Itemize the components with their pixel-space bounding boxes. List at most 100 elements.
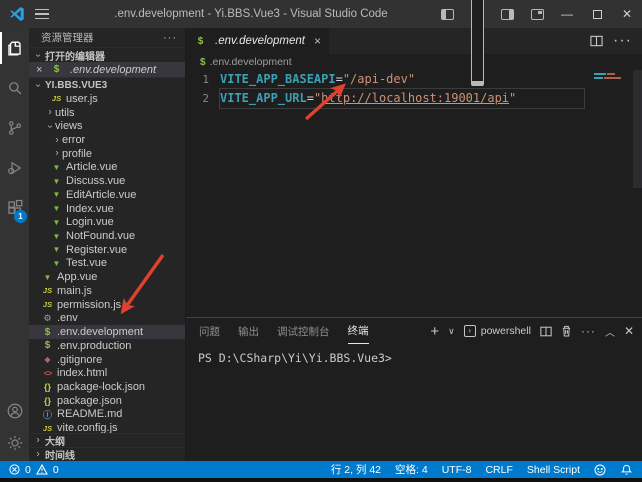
tree-item-EditArticle.vue[interactable]: ▼EditArticle.vue	[29, 188, 185, 202]
open-editor-item[interactable]: × $ .env.development	[29, 62, 185, 77]
vscode-window: .env.development - Yi.BBS.Vue3 - Visual …	[0, 0, 642, 482]
close-panel-icon[interactable]: ✕	[624, 324, 634, 338]
tree-item-profile[interactable]: ›profile	[29, 147, 185, 161]
tree-item-label: README.md	[57, 408, 122, 420]
customize-layout-icon[interactable]	[522, 0, 552, 28]
explorer-icon[interactable]	[0, 28, 29, 68]
problems-status[interactable]: 0 0	[8, 464, 59, 476]
chevron-right-icon: ›	[33, 449, 43, 460]
vue-file-icon: ▼	[50, 177, 63, 186]
tree-item-views[interactable]: ›views	[29, 119, 185, 133]
close-button[interactable]: ✕	[612, 0, 642, 28]
kill-terminal-icon[interactable]	[561, 325, 572, 337]
maximize-panel-icon[interactable]: ︿	[605, 324, 615, 339]
tree-item-Index.vue[interactable]: ▼Index.vue	[29, 202, 185, 216]
minimap[interactable]	[594, 73, 628, 81]
sidebar-more-actions-icon[interactable]: ···	[163, 32, 177, 44]
toggle-sidebar-icon[interactable]	[432, 0, 462, 28]
eol-sequence[interactable]: CRLF	[485, 464, 512, 476]
tree-item-Login.vue[interactable]: ▼Login.vue	[29, 215, 185, 229]
tree-item-App.vue[interactable]: ▼App.vue	[29, 270, 185, 284]
vue-file-icon: ▼	[50, 163, 63, 172]
tree-item-.env.production[interactable]: $.env.production	[29, 339, 185, 353]
tree-item-Article.vue[interactable]: ▼Article.vue	[29, 161, 185, 175]
tree-item-permission.js[interactable]: JSpermission.js	[29, 298, 185, 312]
tree-item-label: vite.config.js	[57, 422, 118, 433]
split-editor-icon[interactable]	[590, 35, 603, 47]
tree-item-main.js[interactable]: JSmain.js	[29, 284, 185, 298]
tree-item-Register.vue[interactable]: ▼Register.vue	[29, 243, 185, 257]
tree-item-label: error	[62, 134, 85, 146]
tree-item-NotFound.vue[interactable]: ▼NotFound.vue	[29, 229, 185, 243]
tab-env-development[interactable]: $ .env.development ×	[186, 28, 329, 54]
language-mode[interactable]: Shell Script	[527, 464, 580, 476]
tree-item-.gitignore[interactable]: ◆.gitignore	[29, 353, 185, 367]
feedback-icon[interactable]	[594, 464, 606, 476]
editor-more-actions-icon[interactable]: ···	[613, 32, 632, 50]
tree-item-index.html[interactable]: <>index.html	[29, 366, 185, 380]
timeline-section-header[interactable]: › 时间线	[29, 447, 185, 461]
tree-item-package.json[interactable]: {}package.json	[29, 394, 185, 408]
maximize-button[interactable]	[582, 0, 612, 28]
url-link[interactable]: http://localhost:19001/api	[321, 91, 509, 105]
search-icon[interactable]	[0, 68, 29, 108]
terminal-dropdown-icon[interactable]: ∨	[448, 326, 455, 337]
tree-item-.env.development[interactable]: $.env.development	[29, 325, 185, 339]
toggle-panel-icon[interactable]	[462, 0, 492, 28]
tree-item-Test.vue[interactable]: ▼Test.vue	[29, 257, 185, 271]
code-line-2: 2 VITE_APP_URL="http://localhost:19001/a…	[186, 89, 642, 108]
tree-item-error[interactable]: ›error	[29, 133, 185, 147]
vscode-logo-icon	[9, 6, 25, 22]
tree-item-user.js[interactable]: JSuser.js	[29, 92, 185, 106]
run-debug-icon[interactable]	[0, 148, 29, 188]
cursor-position[interactable]: 行 2, 列 42	[331, 462, 381, 477]
chevron-right-icon: ›	[33, 435, 43, 446]
tree-item-label: utils	[55, 107, 75, 119]
panel-tab-终端[interactable]: 终端	[348, 318, 369, 344]
close-icon[interactable]: ×	[36, 64, 46, 76]
open-editors-header[interactable]: › 打开的编辑器	[29, 47, 185, 62]
toggle-secondary-sidebar-icon[interactable]	[492, 0, 522, 28]
new-terminal-icon[interactable]: +	[430, 323, 439, 340]
tree-item-.env[interactable]: ⚙.env	[29, 312, 185, 326]
menu-icon[interactable]	[35, 9, 49, 19]
more-actions-icon[interactable]: ···	[581, 324, 596, 338]
tree-item-README.md[interactable]: ⓘREADME.md	[29, 408, 185, 422]
outline-section-header[interactable]: › 大纲	[29, 433, 185, 447]
tree-item-label: Register.vue	[66, 244, 127, 256]
tab-close-icon[interactable]: ×	[314, 34, 321, 48]
code-editor[interactable]: 1 VITE_APP_BASEAPI="/api-dev" 2 VITE_APP…	[186, 70, 642, 317]
code-line-1: 1 VITE_APP_BASEAPI="/api-dev"	[186, 70, 642, 89]
minimize-button[interactable]: —	[552, 0, 582, 28]
encoding[interactable]: UTF-8	[442, 464, 472, 476]
source-control-icon[interactable]	[0, 108, 29, 148]
js-file-icon: JS	[50, 94, 63, 103]
file-tree: JSuser.js›utils›views›error›profile▼Arti…	[29, 92, 185, 433]
tree-item-package-lock.json[interactable]: {}package-lock.json	[29, 380, 185, 394]
panel-tab-输出[interactable]: 输出	[238, 318, 259, 344]
bottom-panel: 问题输出调试控制台终端 + ∨ › powershell	[186, 317, 642, 461]
indentation[interactable]: 空格: 4	[395, 462, 428, 477]
project-section-header[interactable]: › YI.BBS.VUE3	[29, 77, 185, 92]
tree-item-Discuss.vue[interactable]: ▼Discuss.vue	[29, 174, 185, 188]
tree-item-label: main.js	[57, 285, 92, 297]
split-terminal-icon[interactable]	[540, 326, 552, 337]
terminal-content[interactable]: PS D:\CSharp\Yi\Yi.BBS.Vue3>	[186, 344, 642, 461]
panel-tab-调试控制台[interactable]: 调试控制台	[277, 318, 330, 344]
tree-item-label: NotFound.vue	[66, 230, 135, 242]
chevron-right-icon: ›	[52, 148, 62, 159]
editor-scrollbar[interactable]	[633, 70, 642, 188]
terminal-instance-powershell[interactable]: › powershell	[464, 325, 531, 337]
account-icon[interactable]	[0, 395, 29, 427]
tree-item-label: .gitignore	[57, 354, 102, 366]
tree-item-utils[interactable]: ›utils	[29, 106, 185, 120]
settings-gear-icon[interactable]	[0, 427, 29, 459]
terminal-icon: ›	[464, 325, 476, 337]
panel-tab-问题[interactable]: 问题	[199, 318, 220, 344]
vue-file-icon: ▼	[50, 232, 63, 241]
extensions-icon[interactable]: 1	[0, 188, 29, 228]
breadcrumb[interactable]: $ .env.development	[186, 54, 642, 70]
bell-icon[interactable]	[620, 464, 632, 476]
terminal-prompt: PS D:\CSharp\Yi\Yi.BBS.Vue3>	[198, 351, 392, 365]
tree-item-vite.config.js[interactable]: JSvite.config.js	[29, 421, 185, 433]
